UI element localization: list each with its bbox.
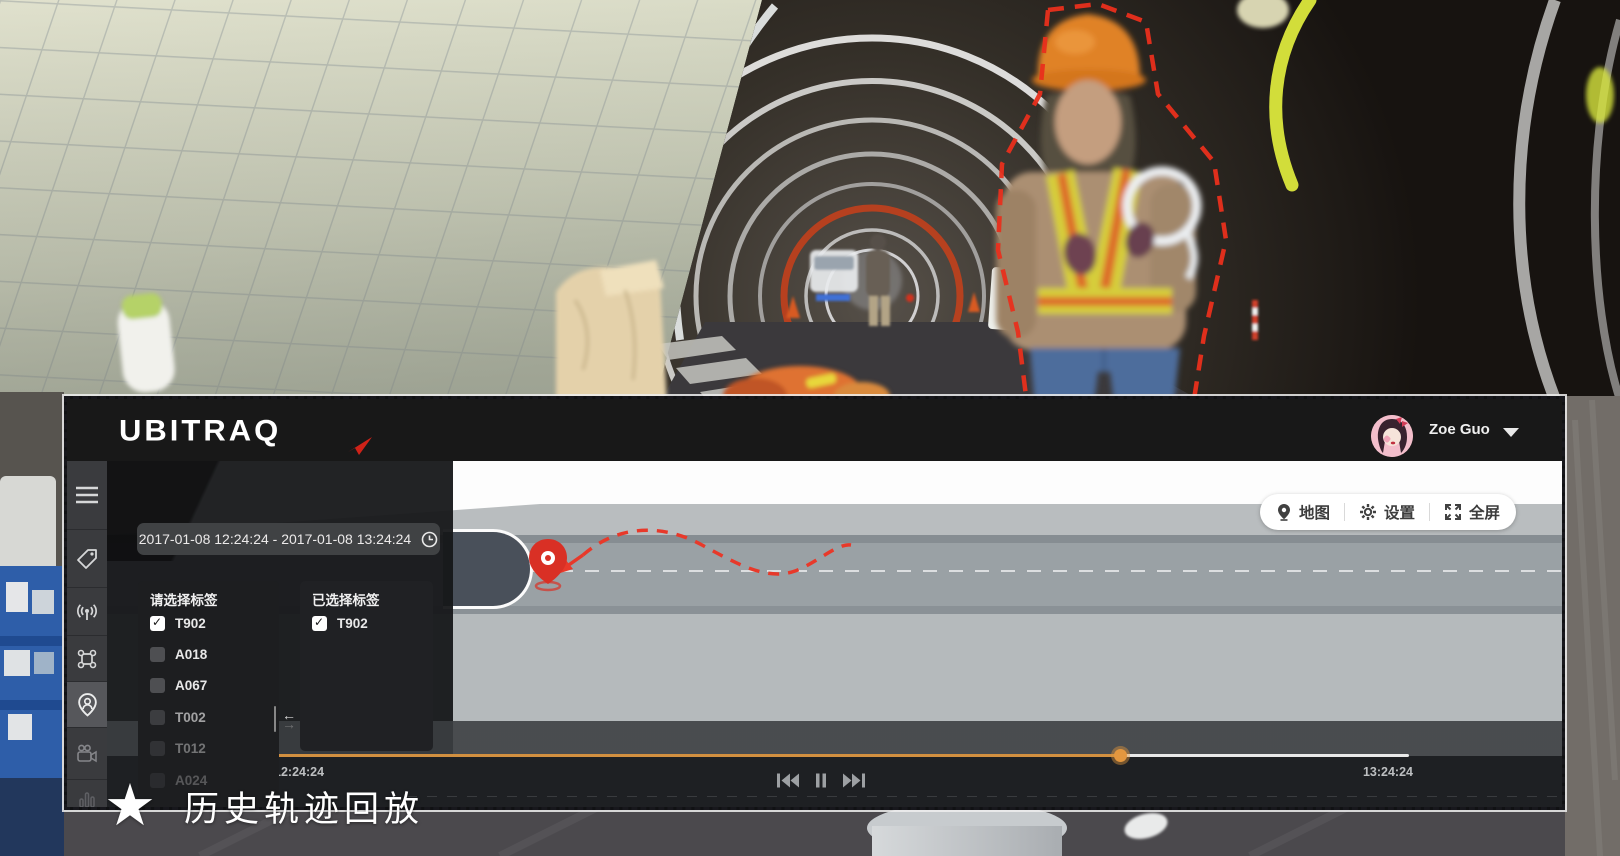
scrollbar[interactable] (274, 706, 276, 732)
sidebar-item-statistics[interactable] (67, 780, 107, 807)
tag-option[interactable]: T002 (150, 707, 206, 727)
fullscreen-icon (1444, 503, 1462, 521)
tag-option[interactable]: A067 (150, 675, 207, 695)
app-header: UBITRAQ Zoe Guo (67, 399, 1562, 461)
transfer-control[interactable]: ← → (280, 711, 298, 729)
user-name[interactable]: Zoe Guo (1429, 421, 1490, 438)
sidebar-item-topology[interactable] (67, 636, 107, 682)
checkbox-icon[interactable] (150, 678, 165, 693)
timeline-played (270, 754, 1121, 757)
logo-plane-icon (347, 437, 373, 459)
person-location-icon (76, 693, 99, 717)
toolbar-divider (1344, 503, 1345, 521)
map-toolbar: 地图 设置 全屏 (1260, 494, 1516, 530)
skip-forward-button[interactable] (840, 773, 866, 788)
transfer-right-arrow-icon: → (280, 720, 298, 729)
sidebar-item-camera[interactable] (67, 728, 107, 780)
pause-button[interactable] (815, 773, 827, 788)
logo: UBITRAQ (119, 413, 281, 449)
settings-button[interactable]: 设置 (1359, 501, 1415, 523)
avatar[interactable] (1371, 415, 1413, 457)
map-button[interactable]: 地图 (1276, 501, 1330, 523)
sidebar-item-menu[interactable] (67, 461, 107, 530)
logo-text: UBITRAQ (119, 414, 281, 448)
date-range-picker[interactable]: 2017-01-08 12:24:24 - 2017-01-08 13:24:2… (137, 523, 440, 555)
sidebar-item-tags[interactable] (67, 530, 107, 588)
caption: 历史轨迹回放 (104, 778, 424, 834)
available-tags-title: 请选择标签 (150, 589, 218, 609)
sidebar (67, 461, 107, 807)
timeline-end-time: 13:24:24 (1343, 765, 1413, 779)
timeline-track[interactable] (270, 754, 1409, 757)
tag-option[interactable]: T902 (150, 613, 206, 633)
star-icon (104, 778, 156, 834)
menu-icon (75, 485, 99, 505)
checkbox-icon[interactable] (150, 647, 165, 662)
video-camera-icon (76, 744, 98, 764)
checkbox-icon[interactable] (150, 741, 165, 756)
map-pin-icon (1276, 503, 1292, 521)
checkbox-checked-icon[interactable] (312, 616, 327, 631)
available-tags-panel: 请选择标签 T902 A018 A067 T002 T012 (138, 581, 279, 807)
timeline-handle[interactable] (1114, 749, 1127, 762)
playback-controls (776, 773, 866, 788)
selected-tags-panel: 已选择标签 T902 (300, 581, 433, 751)
date-range-value: 2017-01-08 12:24:24 - 2017-01-08 13:24:2… (139, 531, 411, 547)
clock-icon (421, 531, 438, 548)
checkbox-checked-icon[interactable] (150, 616, 165, 631)
fullscreen-button[interactable]: 全屏 (1444, 501, 1500, 523)
tag-option[interactable]: A018 (150, 644, 207, 664)
location-pin-icon (529, 539, 567, 590)
caption-text: 历史轨迹回放 (184, 781, 424, 832)
map-canvas[interactable]: 12:24:24 13:24:24 2017-01-08 12:24:24 - … (107, 461, 1562, 807)
toolbar-divider (1429, 503, 1430, 521)
selected-tag[interactable]: T902 (312, 613, 368, 633)
skip-back-button[interactable] (776, 773, 802, 788)
tag-option[interactable]: T012 (150, 738, 206, 758)
tag-icon (76, 548, 98, 570)
timeline-start-time: 12:24:24 (274, 765, 324, 779)
checkbox-icon[interactable] (150, 710, 165, 725)
sidebar-item-beacons[interactable] (67, 588, 107, 636)
playback-bar-divider (407, 796, 1562, 797)
gear-icon (1359, 503, 1377, 521)
app-window: UBITRAQ Zoe Guo (64, 396, 1565, 810)
track-trajectory (487, 519, 907, 609)
avatar-illustration (1371, 415, 1413, 457)
topology-icon (76, 648, 98, 670)
user-menu-caret-icon[interactable] (1503, 428, 1519, 437)
beacon-icon (76, 601, 98, 623)
selected-tags-title: 已选择标签 (312, 589, 380, 609)
sidebar-item-person-location[interactable] (67, 682, 107, 728)
bar-chart-icon (77, 789, 97, 808)
